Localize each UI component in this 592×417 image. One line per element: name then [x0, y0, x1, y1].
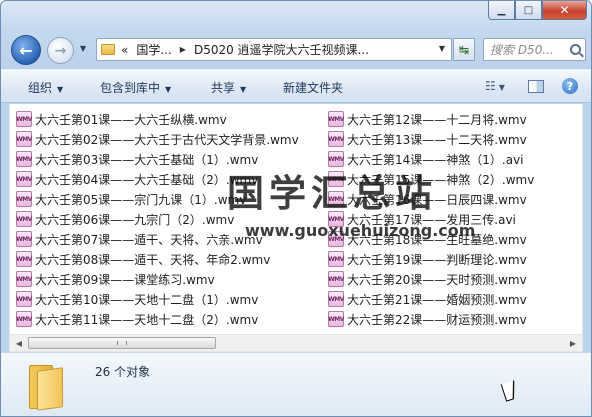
file-item[interactable]: WMV 大六壬第12课——十二月将.wmv: [328, 109, 527, 129]
file-item[interactable]: WMV 大六壬第08课——遁干、天将、年命2.wmv: [16, 249, 270, 269]
grip-icon: [117, 341, 127, 345]
file-name: 大六壬第10课——天地十二盘（1）.wmv: [35, 292, 259, 307]
chevron-down-icon: ▼: [240, 85, 247, 94]
breadcrumb-separator-icon[interactable]: ▶: [180, 45, 186, 54]
file-item[interactable]: WMV 大六壬第22课——财运预测.wmv: [328, 309, 527, 329]
file-name: 大六壬第02课——大六壬于古代天文学背景.wmv: [35, 132, 299, 147]
folder-icon: [29, 365, 63, 411]
share-label: 共享: [211, 81, 236, 95]
new-folder-label: 新建文件夹: [283, 81, 344, 95]
file-item[interactable]: WMV 大六壬第10课——天地十二盘（1）.wmv: [16, 289, 258, 309]
command-bar: 组织 ▼ 包含到库中 ▼ 共享 ▼ 新建文件夹 ☷ ▼ ?: [1, 69, 591, 103]
watermark-url: www.guoxuehuizong.com: [245, 221, 476, 240]
maximize-button[interactable]: □: [515, 1, 542, 20]
file-name: 大六壬第06课——九宗门（2）.wmv: [35, 212, 235, 227]
file-name: 大六壬第21课——婚姻预测.wmv: [347, 292, 527, 307]
file-name: 大六壬第11课——天地十二盘（2）.wmv: [35, 312, 259, 327]
video-file-icon: WMV: [16, 151, 32, 167]
file-name: 大六壬第07课——遁干、天将、六亲.wmv: [35, 232, 263, 247]
video-file-icon: WMV: [16, 251, 32, 267]
file-item[interactable]: WMV 大六壬第04课——大六壬基础（2）.wmv: [16, 169, 258, 189]
video-file-icon: WMV: [328, 271, 344, 287]
scroll-right-icon[interactable]: ▶: [567, 338, 579, 348]
file-item[interactable]: WMV 大六壬第02课——大六壬于古代天文学背景.wmv: [16, 129, 299, 149]
file-name: 大六壬第08课——遁干、天将、年命2.wmv: [35, 252, 271, 267]
address-chevron-down-icon[interactable]: ▼: [439, 44, 445, 53]
file-item[interactable]: WMV 大六壬第09课——课堂练习.wmv: [16, 269, 215, 289]
file-name: 大六壬第12课——十二月将.wmv: [347, 112, 527, 127]
video-file-icon: WMV: [16, 211, 32, 227]
video-file-icon: WMV: [16, 131, 32, 147]
video-file-icon: WMV: [16, 311, 32, 327]
new-folder-button[interactable]: 新建文件夹: [283, 79, 343, 96]
file-name: 大六壬第04课——大六壬基础（2）.wmv: [35, 172, 259, 187]
minimize-button[interactable]: ▁: [488, 1, 515, 20]
navigation-bar: ← → ▼ « 国学... ▶ D5020 逍遥学院大六壬视频课... ▼ ↹ …: [1, 33, 591, 69]
scrollbar-thumb[interactable]: [28, 337, 216, 349]
close-button[interactable]: ✕: [542, 1, 587, 20]
search-icon[interactable]: [570, 44, 581, 55]
refresh-button[interactable]: ↹: [453, 38, 475, 61]
file-name: 大六壬第09课——课堂练习.wmv: [35, 272, 215, 287]
video-file-icon: WMV: [328, 111, 344, 127]
file-item[interactable]: WMV 大六壬第05课——宗门九课（1）.wmv: [16, 189, 246, 209]
file-name: 大六壬第13课——十二天将.wmv: [347, 132, 527, 147]
title-bar: ▁ □ ✕: [1, 1, 591, 33]
file-item[interactable]: WMV 大六壬第03课——大六壬基础（1）.wmv: [16, 149, 258, 169]
explorer-window: ▁ □ ✕ ← → ▼ « 国学... ▶ D5020 逍遥学院大六壬视频课..…: [0, 0, 592, 417]
file-item[interactable]: WMV 大六壬第20课——天时预测.wmv: [328, 269, 527, 289]
video-file-icon: WMV: [328, 251, 344, 267]
video-file-icon: WMV: [16, 171, 32, 187]
preview-pane-icon[interactable]: [528, 80, 544, 93]
search-placeholder: 搜索 D50...: [490, 43, 554, 57]
video-file-icon: WMV: [16, 191, 32, 207]
video-file-icon: WMV: [328, 311, 344, 327]
file-name: 大六壬第01课——大六壬纵横.wmv: [35, 112, 227, 127]
organize-label: 组织: [28, 81, 53, 95]
forward-button[interactable]: →: [47, 37, 74, 64]
watermark-title: 国学汇总站: [227, 172, 437, 215]
chevron-down-icon: ▼: [498, 83, 505, 92]
file-name: 大六壬第03课——大六壬基础（1）.wmv: [35, 152, 259, 167]
view-icon: ☷: [485, 79, 496, 93]
video-file-icon: WMV: [16, 111, 32, 127]
include-in-library-label: 包含到库中: [100, 81, 161, 95]
horizontal-scrollbar[interactable]: ◀ ▶: [10, 334, 582, 351]
help-icon[interactable]: ?: [562, 78, 578, 94]
file-name: 大六壬第19课——判断理论.wmv: [347, 252, 527, 267]
folder-icon: [101, 44, 115, 55]
back-button[interactable]: ←: [11, 35, 41, 65]
include-in-library-menu[interactable]: 包含到库中 ▼: [100, 79, 171, 96]
file-name: 大六壬第20课——天时预测.wmv: [347, 272, 527, 287]
video-file-icon: WMV: [16, 291, 32, 307]
file-item[interactable]: WMV 大六壬第01课——大六壬纵横.wmv: [16, 109, 227, 129]
share-menu[interactable]: 共享 ▼: [211, 79, 246, 96]
breadcrumb-item-current[interactable]: D5020 逍遥学院大六壬视频课...: [194, 41, 369, 58]
file-name: 大六壬第22课——财运预测.wmv: [347, 312, 527, 327]
file-item[interactable]: WMV 大六壬第13课——十二天将.wmv: [328, 129, 527, 149]
file-item[interactable]: WMV 大六壬第06课——九宗门（2）.wmv: [16, 209, 234, 229]
file-item[interactable]: WMV 大六壬第07课——遁干、天将、六亲.wmv: [16, 229, 263, 249]
change-view-button[interactable]: ☷ ▼: [485, 79, 505, 93]
file-item[interactable]: WMV 大六壬第19课——判断理论.wmv: [328, 249, 527, 269]
search-input[interactable]: 搜索 D50...: [483, 38, 586, 61]
file-item[interactable]: WMV 大六壬第21课——婚姻预测.wmv: [328, 289, 527, 309]
organize-menu[interactable]: 组织 ▼: [28, 79, 63, 96]
file-item[interactable]: WMV 大六壬第11课——天地十二盘（2）.wmv: [16, 309, 258, 329]
address-bar[interactable]: « 国学... ▶ D5020 逍遥学院大六壬视频课... ▼: [96, 38, 452, 61]
recent-pages-chevron-down-icon[interactable]: ▼: [80, 44, 86, 53]
object-count: 26 个对象: [95, 365, 151, 379]
window-controls: ▁ □ ✕: [488, 1, 587, 20]
breadcrumb-overflow[interactable]: «: [121, 43, 128, 57]
breadcrumb-item[interactable]: 国学...: [136, 41, 171, 58]
video-file-icon: WMV: [16, 271, 32, 287]
video-file-icon: WMV: [16, 231, 32, 247]
scroll-left-icon[interactable]: ◀: [13, 338, 25, 348]
video-file-icon: WMV: [328, 291, 344, 307]
video-file-icon: WMV: [328, 131, 344, 147]
chevron-down-icon: ▼: [57, 85, 64, 94]
file-name: 大六壬第05课——宗门九课（1）.wmv: [35, 192, 247, 207]
chevron-down-icon: ▼: [165, 85, 172, 94]
